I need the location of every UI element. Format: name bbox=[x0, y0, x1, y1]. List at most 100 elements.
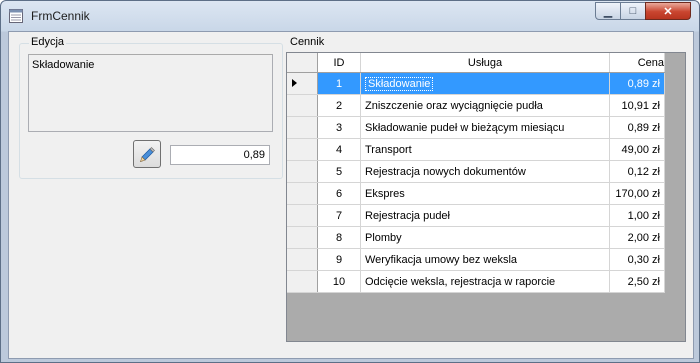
column-header-id[interactable]: ID bbox=[317, 53, 361, 73]
cell-id-text: 9 bbox=[335, 253, 343, 266]
table-row[interactable]: 10 Odcięcie weksla, rejestracja w raporci… bbox=[287, 270, 665, 293]
cell-usluga-text: Rejestracja nowych dokumentów bbox=[365, 165, 526, 178]
cell-usluga-text: Odcięcie weksla, rejestracja w raporcie bbox=[365, 275, 556, 288]
cell-usluga-text: Weryfikacja umowy bez weksla bbox=[365, 253, 518, 266]
cell-cena-text: 170,00 zł bbox=[615, 187, 660, 200]
grid-body: 1 Składowanie 0,89 zł 2 Zniszczenie oraz wyc… bbox=[287, 72, 665, 293]
row-header[interactable] bbox=[287, 204, 318, 227]
cell-cena[interactable]: 0,12 zł bbox=[609, 160, 665, 183]
main-window: FrmCennik ▁ □ ✕ Edycja Składowanie 0,89 … bbox=[0, 0, 700, 363]
edycja-group-label: Edycja bbox=[29, 36, 67, 48]
price-input[interactable]: 0,89 bbox=[170, 145, 270, 165]
table-row[interactable]: 8 Plomby 2,00 zł bbox=[287, 226, 665, 249]
row-header[interactable] bbox=[287, 94, 318, 117]
cell-id-text: 1 bbox=[335, 77, 343, 90]
cell-cena[interactable]: 0,30 zł bbox=[609, 248, 665, 271]
price-grid[interactable]: ID Usługa Cena 1 Składowanie 0,89 zł 2 Znisz… bbox=[286, 52, 686, 342]
pencil-icon bbox=[140, 147, 155, 162]
row-header[interactable] bbox=[287, 116, 318, 139]
table-row[interactable]: 6 Ekspres 170,00 zł bbox=[287, 182, 665, 205]
row-header[interactable] bbox=[287, 226, 318, 249]
cell-id-text: 7 bbox=[335, 209, 343, 222]
table-row[interactable]: 7 Rejestracja pudeł 1,00 zł bbox=[287, 204, 665, 227]
cell-cena-text: 49,00 zł bbox=[621, 143, 660, 156]
cell-usluga[interactable]: Zniszczenie oraz wyciągnięcie pudła bbox=[360, 94, 610, 117]
column-header-cena[interactable]: Cena bbox=[609, 53, 665, 73]
cell-usluga-text: Plomby bbox=[365, 231, 402, 244]
cell-id[interactable]: 7 bbox=[317, 204, 361, 227]
cell-usluga-text: Rejestracja pudeł bbox=[365, 209, 450, 222]
cell-id[interactable]: 5 bbox=[317, 160, 361, 183]
cell-cena[interactable]: 2,00 zł bbox=[609, 226, 665, 249]
maximize-button[interactable]: □ bbox=[620, 2, 646, 20]
row-header[interactable] bbox=[287, 138, 318, 161]
cell-id-text: 4 bbox=[335, 143, 343, 156]
row-header[interactable] bbox=[287, 248, 318, 271]
table-row[interactable]: 9 Weryfikacja umowy bez weksla 0,30 zł bbox=[287, 248, 665, 271]
cell-cena[interactable]: 0,89 zł bbox=[609, 72, 665, 95]
current-row-arrow-icon bbox=[292, 78, 297, 87]
cell-usluga[interactable]: Weryfikacja umowy bez weksla bbox=[360, 248, 610, 271]
cell-id-text: 5 bbox=[335, 165, 343, 178]
cell-cena[interactable]: 0,89 zł bbox=[609, 116, 665, 139]
grid-corner-header bbox=[287, 53, 318, 73]
cell-cena-text: 10,91 zł bbox=[621, 99, 660, 112]
cell-usluga[interactable]: Odcięcie weksla, rejestracja w raporcie bbox=[360, 270, 610, 293]
cell-usluga[interactable]: Ekspres bbox=[360, 182, 610, 205]
table-row[interactable]: 2 Zniszczenie oraz wyciągnięcie pudła 10,9… bbox=[287, 94, 665, 117]
cell-id-text: 6 bbox=[335, 187, 343, 200]
cell-usluga[interactable]: Plomby bbox=[360, 226, 610, 249]
grid-header-row: ID Usługa Cena bbox=[287, 53, 665, 73]
description-textbox[interactable]: Składowanie bbox=[28, 54, 273, 132]
cell-cena-text: 1,00 zł bbox=[627, 209, 660, 222]
client-area: Edycja Składowanie 0,89 Cennik ID Usługa bbox=[8, 31, 694, 359]
cell-cena-text: 0,12 zł bbox=[627, 165, 660, 178]
row-header[interactable] bbox=[287, 72, 318, 95]
window-title: FrmCennik bbox=[31, 9, 90, 23]
price-table: ID Usługa Cena 1 Składowanie 0,89 zł 2 Znisz… bbox=[287, 53, 665, 293]
column-header-usluga[interactable]: Usługa bbox=[360, 53, 610, 73]
minimize-icon: ▁ bbox=[603, 5, 613, 18]
table-row[interactable]: 3 Składowanie pudeł w bieżącym miesiącu 0,… bbox=[287, 116, 665, 139]
cell-id[interactable]: 9 bbox=[317, 248, 361, 271]
cell-usluga-text: Składowanie pudeł w bieżącym miesiącu bbox=[365, 121, 565, 134]
cell-cena-text: 0,89 zł bbox=[627, 121, 660, 134]
cell-cena[interactable]: 49,00 zł bbox=[609, 138, 665, 161]
cell-usluga[interactable]: Rejestracja pudeł bbox=[360, 204, 610, 227]
row-header[interactable] bbox=[287, 182, 318, 205]
cell-cena[interactable]: 10,91 zł bbox=[609, 94, 665, 117]
cell-id[interactable]: 10 bbox=[317, 270, 361, 293]
cell-usluga-text: Transport bbox=[365, 143, 412, 156]
cell-id[interactable]: 3 bbox=[317, 116, 361, 139]
cennik-group-label: Cennik bbox=[288, 36, 327, 48]
cell-id-text: 2 bbox=[335, 99, 343, 112]
cell-usluga[interactable]: Rejestracja nowych dokumentów bbox=[360, 160, 610, 183]
cell-cena[interactable]: 170,00 zł bbox=[609, 182, 665, 205]
cell-id[interactable]: 2 bbox=[317, 94, 361, 117]
row-header[interactable] bbox=[287, 270, 318, 293]
cell-cena[interactable]: 1,00 zł bbox=[609, 204, 665, 227]
close-icon: ✕ bbox=[663, 5, 673, 18]
table-row[interactable]: 5 Rejestracja nowych dokumentów 0,12 zł bbox=[287, 160, 665, 183]
table-row[interactable]: 1 Składowanie 0,89 zł bbox=[287, 72, 665, 95]
cell-id[interactable]: 4 bbox=[317, 138, 361, 161]
cell-id[interactable]: 8 bbox=[317, 226, 361, 249]
cell-usluga[interactable]: Transport bbox=[360, 138, 610, 161]
minimize-button[interactable]: ▁ bbox=[595, 2, 621, 20]
cell-usluga[interactable]: Składowanie pudeł w bieżącym miesiącu bbox=[360, 116, 610, 139]
cell-id[interactable]: 6 bbox=[317, 182, 361, 205]
cell-usluga[interactable]: Składowanie bbox=[360, 72, 610, 95]
row-header[interactable] bbox=[287, 160, 318, 183]
cell-id-text: 8 bbox=[335, 231, 343, 244]
table-row[interactable]: 4 Transport 49,00 zł bbox=[287, 138, 665, 161]
maximize-icon: □ bbox=[629, 5, 637, 17]
cell-cena-text: 2,50 zł bbox=[627, 275, 660, 288]
cell-usluga-text: Składowanie bbox=[365, 76, 434, 91]
cell-cena-text: 0,89 zł bbox=[627, 77, 660, 90]
cell-cena[interactable]: 2,50 zł bbox=[609, 270, 665, 293]
close-button[interactable]: ✕ bbox=[645, 2, 691, 20]
app-icon bbox=[9, 9, 23, 23]
title-bar[interactable]: FrmCennik ▁ □ ✕ bbox=[1, 1, 699, 31]
edit-button[interactable] bbox=[133, 140, 161, 168]
cell-id[interactable]: 1 bbox=[317, 72, 361, 95]
